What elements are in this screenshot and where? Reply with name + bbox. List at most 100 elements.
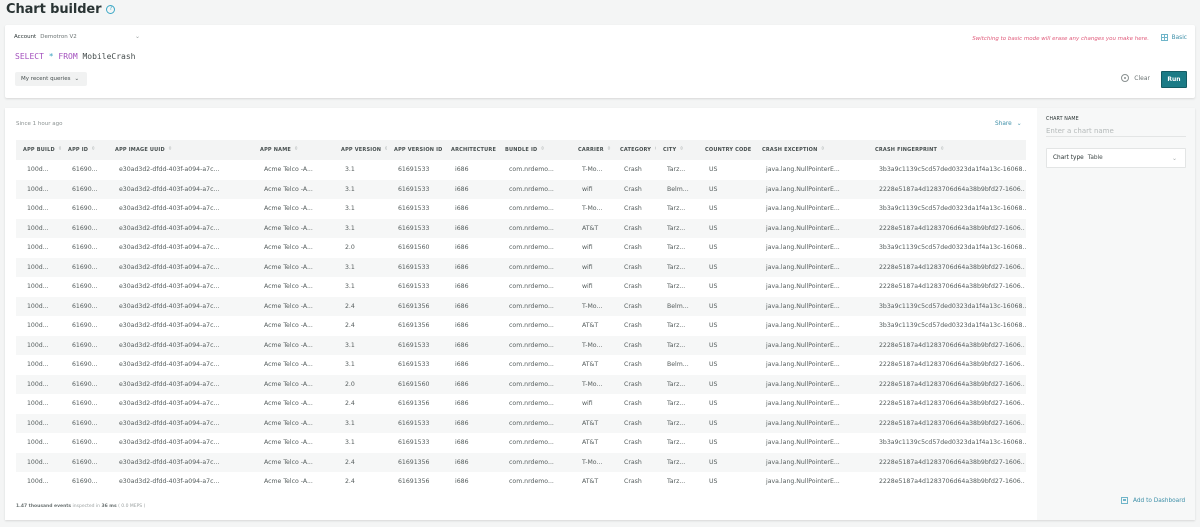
column-header[interactable]: CRASH EXCEPTION ⇳ [755, 140, 868, 160]
table-cell: e30ad3d2-dfdd-403f-a094-a7c... [119, 322, 220, 330]
table-cell: 61690... [61, 257, 108, 277]
share-button[interactable]: Share ⌄ [995, 121, 1022, 127]
table-row[interactable]: 100d... 61690... e30ad3d2-dfdd-403f-a094-a… [16, 296, 1026, 316]
table-cell: Tarz... [667, 205, 686, 213]
column-header[interactable]: APP BUILD ⇳ [16, 140, 61, 160]
basic-mode-warning: Switching to basic mode will erase any c… [972, 36, 1149, 42]
column-header[interactable]: APP ID ⇳ [61, 140, 108, 160]
sort-icon[interactable]: ⇳ [294, 147, 298, 152]
sort-icon[interactable]: ⇳ [654, 147, 656, 152]
basic-mode-button[interactable]: Basic [1160, 34, 1187, 41]
table-cell: 100d... [16, 179, 61, 199]
table-cell: i686 [444, 413, 498, 433]
column-header[interactable]: ARCHITECTURE⇳ [444, 140, 498, 160]
account-label: Account [14, 33, 37, 40]
table-cell: US [698, 413, 755, 433]
table-cell: 3.1 [345, 361, 355, 369]
table-cell: e30ad3d2-dfdd-403f-a094-a7c... [108, 452, 253, 472]
table-cell: 61690... [61, 413, 108, 433]
column-header[interactable]: APP IMAGE UUID ⇳ [108, 140, 253, 160]
column-header[interactable]: CITY ⇳ [656, 140, 698, 160]
column-header[interactable]: CATEGORY⇳ [613, 140, 656, 160]
column-header[interactable]: COUNTRY CODE⇳ [698, 140, 755, 160]
table-cell: 3b3a9c1139c5cd57ded0323da1f4a13c-16068.. [879, 205, 1026, 213]
recent-queries-dropdown[interactable]: My recent queries ⌄ [15, 72, 87, 86]
sort-icon[interactable]: ⇳ [820, 147, 824, 152]
table-cell: java.lang.NullPointerE... [755, 413, 868, 433]
table-cell: 2.4 [345, 400, 355, 408]
table-row[interactable]: 100d... 61690... e30ad3d2-dfdd-403f-a094-a… [16, 179, 1026, 199]
table-cell: Crash [613, 374, 656, 394]
column-header[interactable]: CRASH FINGERPRINT ⇳ [868, 140, 1026, 160]
table-cell: 61690... [61, 179, 108, 199]
add-to-dashboard-button[interactable]: Add to Dashboard [1121, 497, 1185, 504]
column-header[interactable]: APP VERSION ID ⇳ [387, 140, 444, 160]
table-cell: 2.4 [345, 478, 355, 486]
table-row[interactable]: 100d... 61690... e30ad3d2-dfdd-403f-a094-a… [16, 257, 1026, 277]
table-cell: 3.1 [334, 257, 387, 277]
column-header[interactable]: APP VERSION ⇳ [334, 140, 387, 160]
clear-button[interactable]: Clear [1121, 74, 1150, 82]
table-row[interactable]: 100d... 61690... e30ad3d2-dfdd-403f-a094-a… [16, 238, 1026, 258]
table-row[interactable]: 100d... 61690... e30ad3d2-dfdd-403f-a094-a… [16, 316, 1026, 336]
column-header[interactable]: BUNDLE ID ⇳ [498, 140, 571, 160]
table-cell: 61690... [61, 374, 108, 394]
table-cell: Crash [613, 179, 656, 199]
sort-icon[interactable]: ⇳ [940, 147, 944, 152]
table-cell: 61690... [72, 439, 98, 447]
table-cell: 100d... [27, 361, 49, 369]
column-header-label: CRASH EXCEPTION [762, 147, 818, 153]
table-row[interactable]: 100d... 61690... e30ad3d2-dfdd-403f-a094-a… [16, 277, 1026, 297]
chevron-down-icon: ⌄ [134, 33, 140, 40]
table-row[interactable]: 100d... 61690... e30ad3d2-dfdd-403f-a094-a… [16, 374, 1026, 394]
table-row[interactable]: 100d... 61690... e30ad3d2-dfdd-403f-a094-a… [16, 335, 1026, 355]
sort-icon[interactable]: ⇳ [540, 147, 544, 152]
column-header[interactable]: CARRIER ⇳ [571, 140, 613, 160]
clear-label: Clear [1134, 74, 1150, 82]
table-row[interactable]: 100d... 61690... e30ad3d2-dfdd-403f-a094-a… [16, 160, 1026, 180]
table-row[interactable]: 100d... 61690... e30ad3d2-dfdd-403f-a094-a… [16, 218, 1026, 238]
help-icon[interactable]: ? [106, 4, 116, 14]
table-cell: Acme Telco -A... [253, 257, 334, 277]
sort-icon[interactable]: ⇳ [754, 147, 755, 152]
sort-icon[interactable]: ⇳ [679, 147, 683, 152]
table-cell: Crash [613, 335, 656, 355]
run-button[interactable]: Run [1161, 71, 1187, 88]
table-row[interactable]: 100d... 61690... e30ad3d2-dfdd-403f-a094-a… [16, 433, 1026, 453]
table-cell: 61690... [72, 283, 98, 291]
table-cell: 61691533 [398, 283, 430, 291]
sort-icon[interactable]: ⇳ [91, 147, 95, 152]
nrql-query-editor[interactable]: SELECT * FROM MobileCrash [15, 52, 135, 61]
table-cell: Crash [613, 218, 656, 238]
table-cell: US [698, 179, 755, 199]
table-cell: 100d... [16, 296, 61, 316]
table-cell: Acme Telco -A... [264, 205, 313, 213]
table-row[interactable]: 100d... 61690... e30ad3d2-dfdd-403f-a094-a… [16, 452, 1026, 472]
table-cell: Tarz... [667, 322, 686, 330]
sort-icon[interactable]: ⇳ [607, 147, 611, 152]
table-cell: 2228e5187a4d1283706d64a38b9bfd27-1606.. [868, 413, 1026, 433]
sort-icon[interactable]: ⇳ [384, 147, 387, 152]
table-cell: US [709, 283, 718, 291]
table-row[interactable]: 100d... 61690... e30ad3d2-dfdd-403f-a094-a… [16, 355, 1026, 375]
table-cell: 61690... [61, 452, 108, 472]
table-row[interactable]: 100d... 61690... e30ad3d2-dfdd-403f-a094-a… [16, 413, 1026, 433]
table-cell: 3.1 [345, 166, 355, 174]
chart-type-select[interactable]: Chart type Table ⌄ [1046, 148, 1186, 168]
sort-icon[interactable]: ⇳ [168, 147, 172, 152]
chart-type-label: Chart type [1053, 155, 1084, 161]
table-cell: AT&T [582, 439, 599, 447]
sort-icon[interactable]: ⇳ [58, 147, 61, 152]
table-cell: US [709, 400, 718, 408]
table-cell: US [698, 296, 755, 316]
account-selector[interactable]: Account Demotron V2 ⌄ [14, 33, 140, 40]
table-cell: 2.0 [334, 374, 387, 394]
query-panel: Account Demotron V2 ⌄ SELECT * FROM Mobi… [5, 25, 1195, 98]
table-row[interactable]: 100d... 61690... e30ad3d2-dfdd-403f-a094-a… [16, 472, 1026, 492]
table-row[interactable]: 100d... 61690... e30ad3d2-dfdd-403f-a094-a… [16, 394, 1026, 414]
table-row[interactable]: 100d... 61690... e30ad3d2-dfdd-403f-a094-a… [16, 199, 1026, 219]
chevron-down-icon: ⌄ [74, 76, 80, 82]
column-header[interactable]: APP NAME ⇳ [253, 140, 334, 160]
chart-name-input[interactable] [1046, 125, 1186, 137]
inspected-text: inspected in [71, 504, 102, 509]
